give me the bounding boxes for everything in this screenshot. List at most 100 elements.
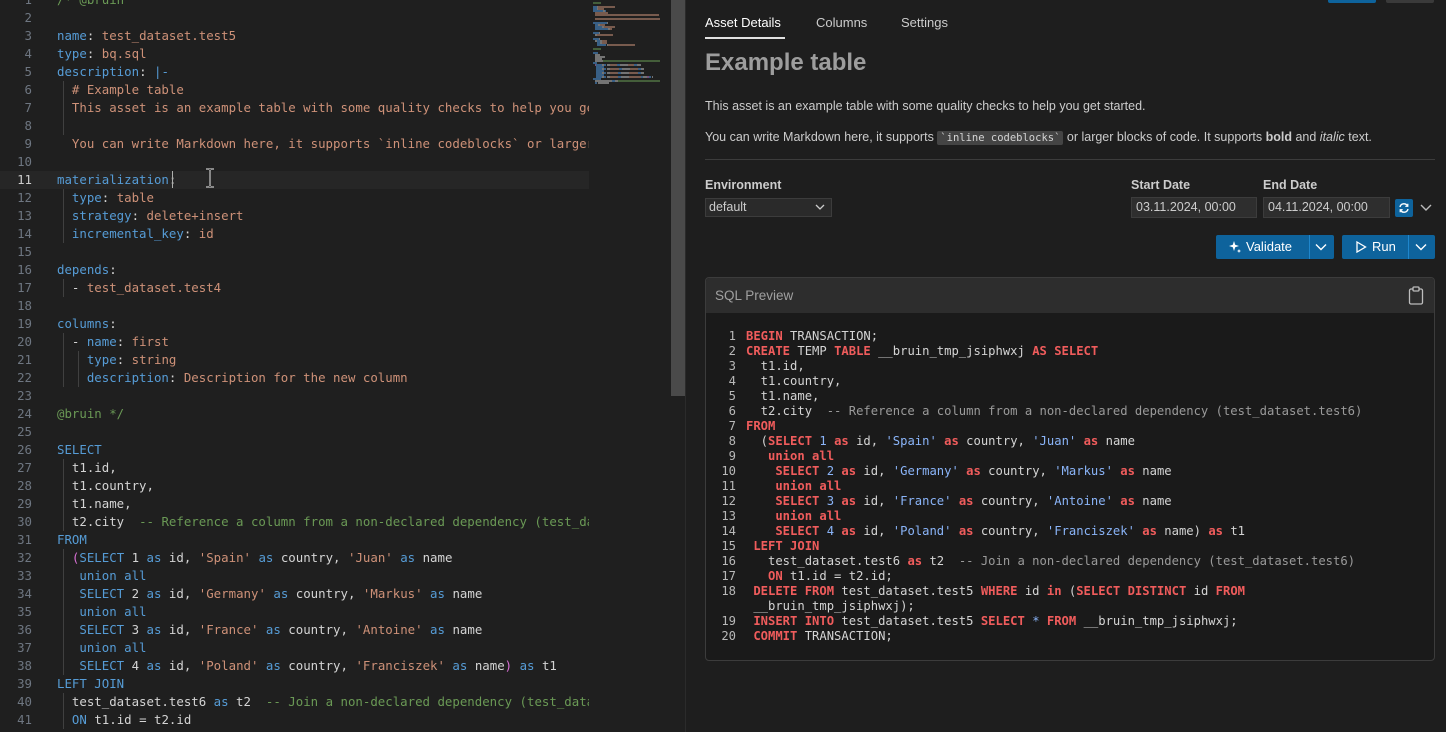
environment-select[interactable]: default [705,198,832,217]
code-line[interactable]: 1 /* @bruin [0,0,589,9]
minimap[interactable] [589,0,671,732]
tab-columns[interactable]: Columns [816,15,867,30]
code-line[interactable]: 36 SELECT 3 as id, 'France' as country, … [0,621,589,639]
code-line[interactable]: 28 t1.country, [0,477,589,495]
code-line[interactable]: 38 SELECT 4 as id, 'Poland' as country, … [0,657,589,675]
code-line[interactable]: 19 columns: [0,315,589,333]
start-date-input[interactable]: 03.11.2024, 00:00 [1131,197,1257,218]
code-line[interactable]: 9 You can write Markdown here, it suppor… [0,135,589,153]
sql-token: SELECT DISTINCT [1076,584,1194,598]
code-line[interactable]: 24 @bruin */ [0,405,589,423]
minimap-line [629,72,638,74]
code-token: as [452,658,475,673]
code-line[interactable]: 16 depends: [0,261,589,279]
sql-token: id [1193,584,1216,598]
indent-guide [63,333,64,387]
sql-token: __bruin_tmp_jsiphwxj [878,344,1033,358]
validate-button[interactable]: Validate [1216,235,1334,259]
code-line[interactable]: 26 SELECT [0,441,589,459]
code-line[interactable]: 20 - name: first [0,333,589,351]
line-number: 23 [17,388,32,403]
code-line[interactable]: 33 union all [0,567,589,585]
code-line[interactable]: 29 t1.name, [0,495,589,513]
sql-token: t1.id = t2.id; [790,569,893,583]
end-date-label: End Date [1263,178,1318,192]
chevron-down-icon[interactable] [1415,243,1427,251]
sql-preview-title: SQL Preview [715,288,794,303]
code-token: as [430,586,453,601]
minimap-line [594,14,659,16]
sql-token: LEFT JOIN [746,539,820,553]
sql-line-number: 19 [721,614,736,628]
code-line[interactable]: 21 type: string [0,351,589,369]
top-secondary-button[interactable] [1386,0,1434,3]
sql-line-number: 20 [721,629,736,643]
end-date-input[interactable]: 04.11.2024, 00:00 [1263,197,1390,218]
code-line[interactable]: 7 This asset is an example table with so… [0,99,589,117]
code-token: materialization [57,172,169,187]
code-token: - [57,280,87,295]
code-line[interactable]: 39 LEFT JOIN [0,675,589,693]
code-line[interactable]: 35 union all [0,603,589,621]
sql-token: 'Germany' [892,464,967,478]
code-line[interactable]: 8 [0,117,589,135]
sql-line-number: 18 [721,584,736,598]
code-line[interactable]: 17 - test_dataset.test4 [0,279,589,297]
sql-code: t1.id, [746,359,805,374]
code-token: incremental_key [57,226,184,241]
code-line[interactable]: 22 description: Description for the new … [0,369,589,387]
line-number: 3 [24,28,32,43]
sql-token: as [1120,464,1143,478]
code-line[interactable]: 37 union all [0,639,589,657]
sql-line-number: 14 [721,524,736,538]
clipboard-icon[interactable] [1408,286,1424,305]
code-line[interactable]: 2 [0,9,589,27]
code-text: test_dataset.test6 as t2 -- Join a non-d… [57,693,589,711]
refresh-dates-button[interactable] [1395,199,1413,217]
code-token: type [57,46,87,61]
top-primary-button[interactable] [1328,0,1376,3]
code-line[interactable]: 23 [0,387,589,405]
code-line[interactable]: 41 ON t1.id = t2.id [0,711,589,729]
code-line[interactable]: 27 t1.id, [0,459,589,477]
minimap-line [610,68,620,70]
editor-scrollbar-thumb[interactable] [671,0,685,396]
code-token: country, [280,550,348,565]
code-line[interactable]: 18 [0,297,589,315]
code-line[interactable]: 10 [0,153,589,171]
code-line[interactable]: 40 test_dataset.test6 as t2 -- Join a no… [0,693,589,711]
code-line[interactable]: 31 FROM [0,531,589,549]
chevron-down-icon[interactable] [1315,243,1327,251]
line-number: 39 [17,676,32,691]
code-line[interactable]: 34 SELECT 2 as id, 'Germany' as country,… [0,585,589,603]
line-number: 11 [17,172,32,187]
code-line[interactable]: 3 name: test_dataset.test5 [0,27,589,45]
code-line[interactable]: 15 [0,243,589,261]
code-line[interactable]: 4 type: bq.sql [0,45,589,63]
sql-token: id, [863,524,893,538]
chevron-down-icon[interactable] [1420,203,1432,212]
code-line[interactable]: 14 incremental_key: id [0,225,589,243]
code-line[interactable]: 30 t2.city -- Reference a column from a … [0,513,589,531]
code-token: /* @bruin [57,0,124,7]
editor-scrollbar[interactable] [671,0,685,732]
tab-asset-details[interactable]: Asset Details [705,15,781,30]
tab-settings[interactable]: Settings [901,15,948,30]
run-button[interactable]: Run [1342,235,1435,259]
code-token: as [258,550,281,565]
code-text: type: string [57,351,177,369]
line-number: 27 [17,460,32,475]
code-line[interactable]: 11 materialization: [0,171,589,189]
sql-token: FROM [1046,614,1084,628]
code-line[interactable]: 13 strategy: delete+insert [0,207,589,225]
code-token: t1.country, [57,478,154,493]
code-line[interactable]: 12 type: table [0,189,589,207]
code-line[interactable]: 25 [0,423,589,441]
code-line[interactable]: 6 # Example table [0,81,589,99]
code-line[interactable]: 5 description: |- [0,63,589,81]
line-number: 28 [17,478,32,493]
code-line[interactable]: 32 (SELECT 1 as id, 'Spain' as country, … [0,549,589,567]
code-token: 2 [131,586,147,601]
code-text: You can write Markdown here, it supports… [57,135,589,153]
code-editor[interactable]: 1/* @bruin23name: test_dataset.test54typ… [0,0,589,732]
